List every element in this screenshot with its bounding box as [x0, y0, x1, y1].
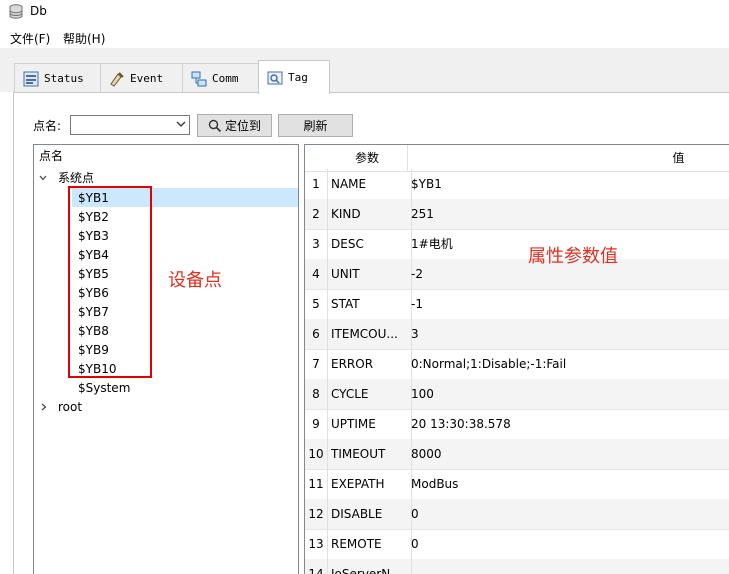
- param-cell: EXEPATH: [327, 469, 412, 499]
- property-grid[interactable]: 参数 值 1 NAME $YB1 2 KIND 251 3 DESC 1#电机 4 UNIT -2 5 S…: [304, 144, 729, 574]
- chevron-down-icon: [176, 121, 186, 127]
- row-number-cell: 14: [305, 559, 328, 574]
- comm-icon: [191, 71, 207, 86]
- row-number-cell: 2: [305, 199, 328, 229]
- table-row[interactable]: 1 NAME $YB1: [305, 169, 729, 200]
- menu-file[interactable]: 文件(F): [8, 30, 52, 47]
- tag-icon: [267, 71, 283, 84]
- locate-button-label: 定位到: [224, 119, 261, 133]
- value-cell: 8000: [411, 447, 442, 461]
- param-cell: UPTIME: [327, 409, 412, 439]
- param-cell: NAME: [327, 169, 412, 199]
- row-number-cell: 1: [305, 169, 328, 199]
- grid-header-param[interactable]: 参数: [327, 145, 408, 171]
- table-row[interactable]: 5 STAT -1: [305, 289, 729, 320]
- chevron-down-icon[interactable]: [39, 174, 47, 182]
- table-row[interactable]: 4 UNIT -2: [305, 259, 729, 290]
- menu-bar: 文件(F) 帮助(H): [0, 26, 729, 48]
- status-icon: [23, 71, 39, 86]
- locate-button[interactable]: 定位到: [197, 114, 272, 137]
- table-row[interactable]: 6 ITEMCOU... 3: [305, 319, 729, 350]
- value-cell: ModBus: [411, 477, 459, 491]
- tree-item-system[interactable]: $System: [78, 380, 130, 396]
- table-row[interactable]: 14 IoServerN: [305, 559, 729, 574]
- param-cell: DESC: [327, 229, 412, 259]
- tab-status[interactable]: Status: [14, 63, 102, 93]
- tab-tag[interactable]: Tag: [258, 60, 330, 94]
- grid-header-value[interactable]: 值: [407, 145, 729, 171]
- search-icon: [208, 119, 222, 132]
- event-icon: [110, 71, 124, 87]
- tab-comm[interactable]: Comm: [182, 63, 260, 93]
- table-row[interactable]: 2 KIND 251: [305, 199, 729, 230]
- annotation-attribute-values: 属性参数值: [528, 246, 618, 267]
- tree-group-system[interactable]: 系统点: [58, 170, 94, 186]
- param-cell: DISABLE: [327, 499, 412, 529]
- table-row[interactable]: 9 UPTIME 20 13:30:38.578: [305, 409, 729, 440]
- row-number-cell: 7: [305, 349, 328, 379]
- row-number-cell: 11: [305, 469, 328, 499]
- value-cell: 0: [411, 507, 419, 521]
- param-cell: UNIT: [327, 259, 412, 289]
- grid-header-num: [305, 145, 327, 171]
- tab-event[interactable]: Event: [100, 63, 184, 93]
- param-cell: REMOTE: [327, 529, 412, 559]
- annotation-device-points: 设备点: [168, 270, 222, 291]
- row-number-cell: 13: [305, 529, 328, 559]
- point-name-label: 点名:: [33, 119, 62, 133]
- value-cell: 3: [411, 327, 419, 341]
- value-cell: 0: [411, 537, 419, 551]
- value-cell: -1: [411, 297, 423, 311]
- refresh-button[interactable]: 刷新: [278, 114, 353, 137]
- value-cell: 0:Normal;1:Disable;-1:Fail: [411, 357, 567, 371]
- row-number-cell: 12: [305, 499, 328, 529]
- row-number-cell: 5: [305, 289, 328, 319]
- table-row[interactable]: 3 DESC 1#电机: [305, 229, 729, 260]
- tab-comm-label: Comm: [212, 72, 239, 85]
- title-bar: [0, 0, 729, 26]
- param-cell: KIND: [327, 199, 412, 229]
- table-row[interactable]: 11 EXEPATH ModBus: [305, 469, 729, 500]
- table-row[interactable]: 7 ERROR 0:Normal;1:Disable;-1:Fail: [305, 349, 729, 380]
- param-cell: ITEMCOU...: [327, 319, 412, 349]
- database-icon: [9, 4, 23, 19]
- tree-header: 点名: [39, 149, 64, 163]
- row-number-cell: 4: [305, 259, 328, 289]
- tree-group-root[interactable]: root: [58, 399, 82, 415]
- value-cell: [407, 559, 729, 574]
- window-title: Db: [30, 4, 47, 18]
- value-cell: 100: [411, 387, 434, 401]
- param-cell: ERROR: [327, 349, 412, 379]
- param-cell: STAT: [327, 289, 412, 319]
- refresh-button-label: 刷新: [303, 119, 328, 133]
- value-cell: 251: [411, 207, 434, 221]
- row-number-cell: 3: [305, 229, 328, 259]
- param-cell: TIMEOUT: [327, 439, 412, 469]
- table-row[interactable]: 10 TIMEOUT 8000: [305, 439, 729, 470]
- row-number-cell: 9: [305, 409, 328, 439]
- row-number-cell: 10: [305, 439, 328, 469]
- table-row[interactable]: 13 REMOTE 0: [305, 529, 729, 560]
- highlight-box: [68, 186, 152, 378]
- chevron-right-icon[interactable]: [40, 403, 48, 411]
- point-name-combo[interactable]: [70, 115, 190, 135]
- value-cell: 20 13:30:38.578: [411, 417, 511, 431]
- tab-tag-label: Tag: [288, 71, 308, 84]
- tab-status-label: Status: [44, 72, 84, 85]
- menu-help[interactable]: 帮助(H): [61, 30, 107, 47]
- row-number-cell: 8: [305, 379, 328, 409]
- table-row[interactable]: 12 DISABLE 0: [305, 499, 729, 530]
- table-row[interactable]: 8 CYCLE 100: [305, 379, 729, 410]
- grid-header: 参数 值: [305, 145, 729, 172]
- tab-event-label: Event: [130, 72, 164, 85]
- param-cell: IoServerN: [327, 559, 412, 574]
- param-cell: CYCLE: [327, 379, 412, 409]
- row-number-cell: 6: [305, 319, 328, 349]
- value-cell: $YB1: [411, 177, 442, 191]
